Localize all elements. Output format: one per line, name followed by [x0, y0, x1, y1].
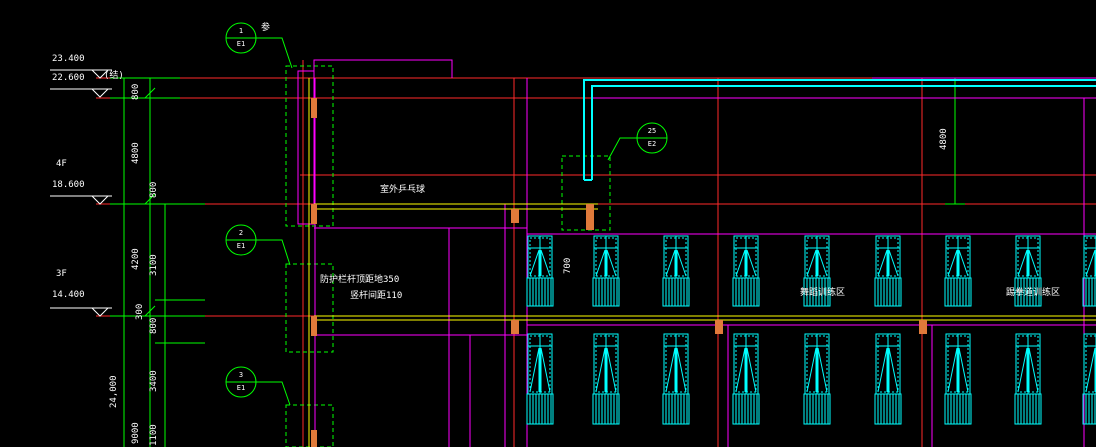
windows-lower-row — [526, 333, 1096, 425]
label-taekwondo-area: 踢拳道训练区 — [1006, 288, 1061, 298]
window-unit — [1082, 235, 1096, 307]
floor-4-name: 4F — [56, 159, 67, 169]
dim-300: 300 — [135, 303, 145, 320]
dim-1100: 1100 — [149, 424, 159, 446]
magenta-outlines — [297, 59, 1096, 447]
callout-25-number: 25 — [647, 127, 657, 135]
label-dance-area: 舞蹈训练区 — [800, 288, 846, 298]
floor-slabs — [308, 78, 1096, 447]
dim-4200: 4200 — [131, 248, 141, 270]
dim-4800-right: 4800 — [939, 128, 949, 150]
dim-9000: 9000 — [131, 422, 141, 444]
dim-800-mid: 800 — [149, 181, 159, 198]
callout-1-number: 1 — [238, 27, 244, 35]
window-unit — [592, 235, 620, 307]
window-unit — [592, 333, 620, 425]
window-unit — [874, 235, 902, 307]
window-unit — [662, 235, 690, 307]
level-roof-top: 23.400 — [52, 54, 85, 64]
label-railing-spacing: 竖杆间距110 — [350, 291, 403, 301]
window-unit — [1082, 333, 1096, 425]
level-roof: 22.600 — [52, 73, 85, 83]
dim-3400: 3400 — [149, 370, 159, 392]
floor-3-elev: 14.400 — [52, 290, 85, 300]
callout-3-number: 3 — [238, 371, 244, 379]
label-terrace: 室外乒乓球 — [380, 185, 426, 195]
dim-800-low: 800 — [149, 317, 159, 334]
label-railing-height: 防护栏杆顶距地350 — [320, 275, 400, 285]
floor-3-name: 3F — [56, 269, 67, 279]
window-unit — [662, 333, 690, 425]
window-unit — [732, 235, 760, 307]
window-unit — [526, 333, 554, 425]
callout-1-note: 参 — [261, 23, 271, 33]
window-unit — [944, 235, 972, 307]
callout-3-sheet: E1 — [236, 384, 246, 392]
callout-2-number: 2 — [238, 229, 244, 237]
window-unit — [803, 333, 831, 425]
elevation-marks — [50, 69, 112, 317]
floor-4-elev: 18.600 — [52, 180, 85, 190]
callout-2-sheet: E1 — [236, 242, 246, 250]
level-roof-note: (结) — [104, 71, 124, 81]
detail-boxes — [285, 65, 611, 447]
dim-3100: 3100 — [149, 254, 159, 276]
callout-25-sheet: E2 — [647, 140, 657, 148]
window-unit — [944, 333, 972, 425]
dim-700: 700 — [563, 257, 573, 274]
dim-24000: 24,000 — [109, 375, 119, 408]
window-unit — [526, 235, 554, 307]
window-unit — [732, 333, 760, 425]
dim-4800-left: 4800 — [131, 142, 141, 164]
callout-1-sheet: E1 — [236, 40, 246, 48]
cad-drawing-canvas — [50, 22, 1096, 447]
dim-800-top: 800 — [131, 83, 141, 100]
window-unit — [1014, 333, 1042, 425]
window-unit — [874, 333, 902, 425]
